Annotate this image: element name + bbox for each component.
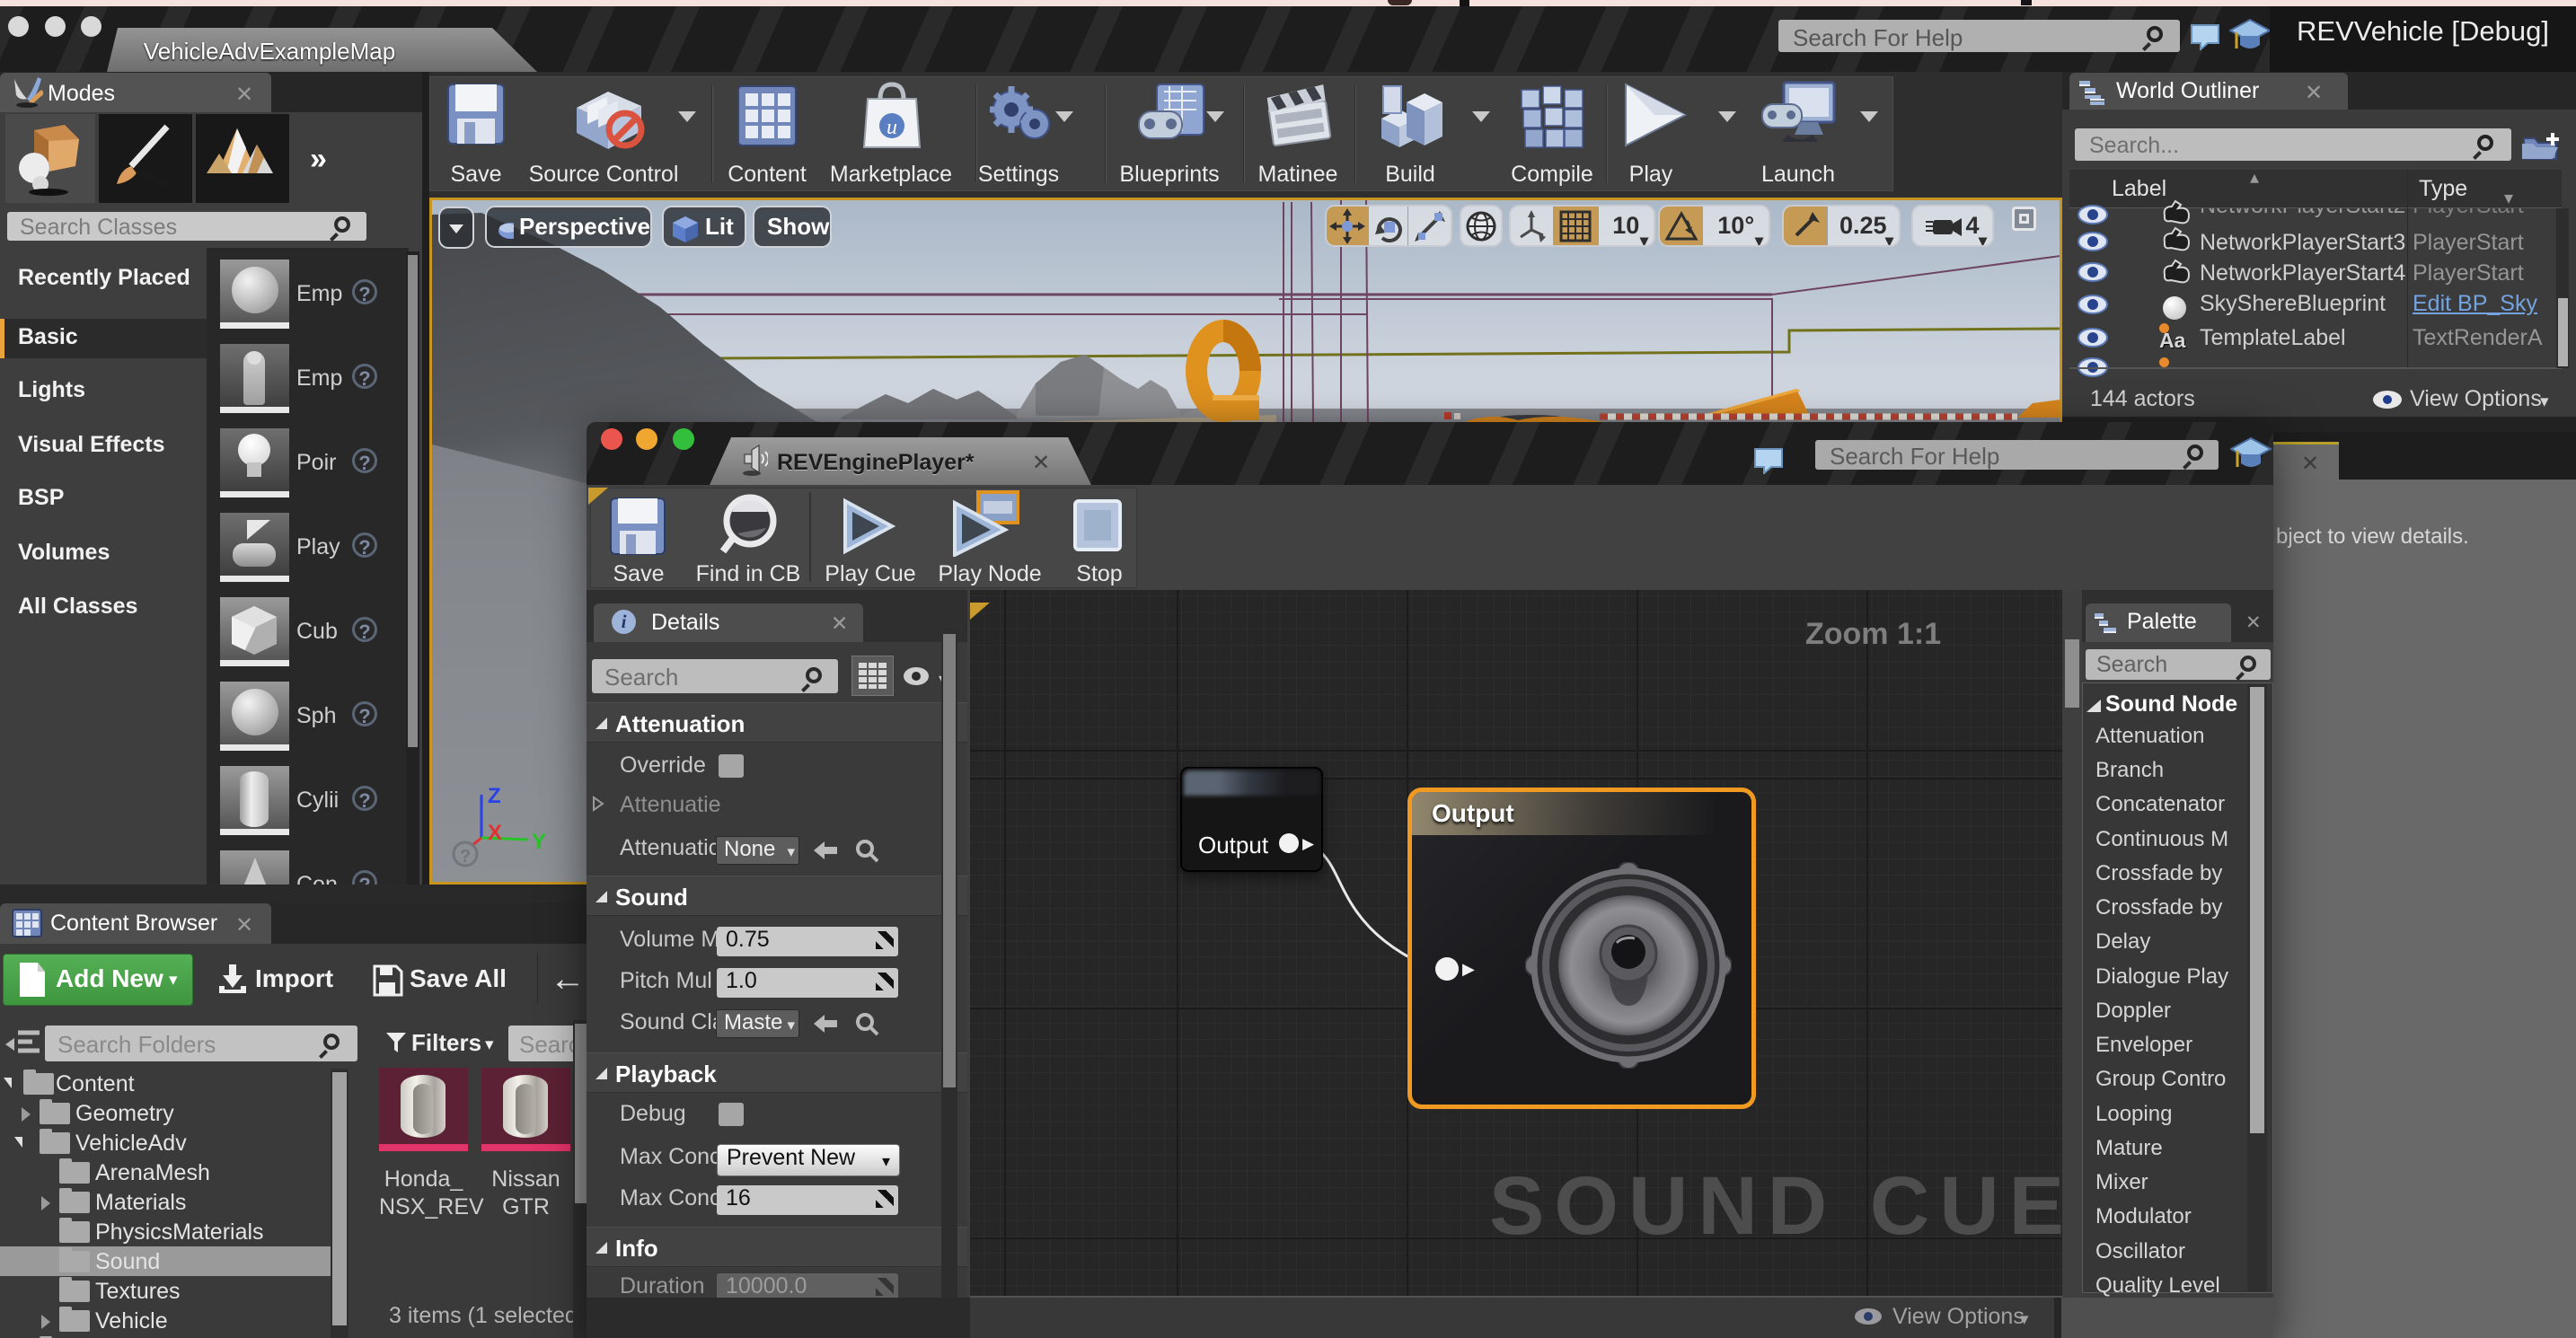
svg-text:X: X xyxy=(488,821,502,845)
svg-text:?: ? xyxy=(460,847,471,867)
svg-text:u: u xyxy=(887,116,897,139)
svg-text:Z: Z xyxy=(488,784,501,808)
svg-text:Y: Y xyxy=(532,830,546,854)
